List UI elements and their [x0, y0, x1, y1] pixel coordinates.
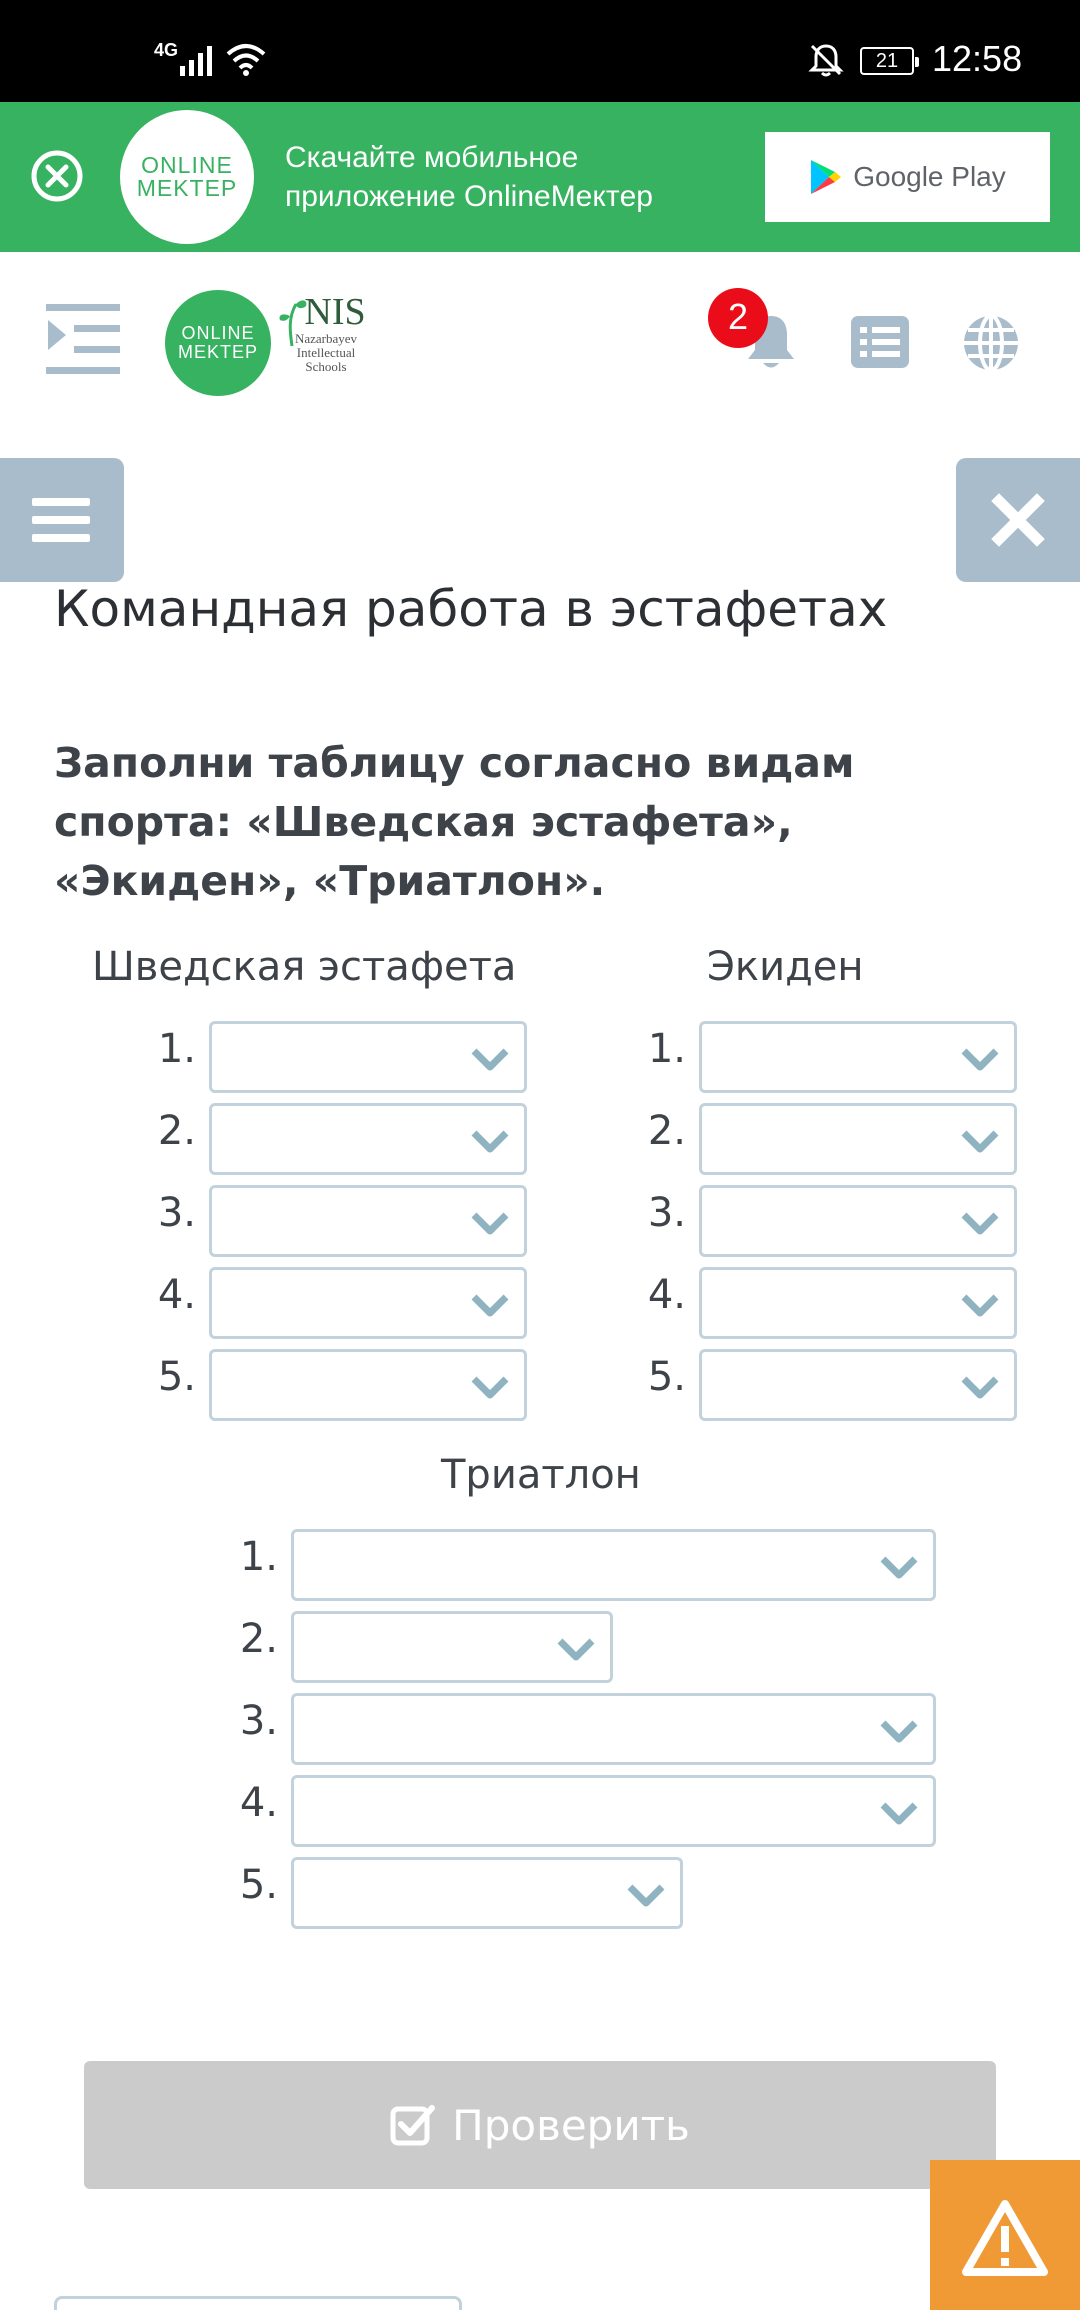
battery-icon: 21 — [860, 47, 919, 75]
nis-line-3: Schools — [305, 359, 347, 374]
row-number: 4. — [647, 1272, 686, 1318]
header-logo-line-2: MEKTEP — [177, 342, 258, 362]
chevron-down-icon — [471, 1294, 509, 1317]
row-number: 2. — [239, 1616, 278, 1662]
chevron-down-icon — [557, 1638, 595, 1661]
row-number: 5. — [157, 1354, 196, 1400]
ekiden-select-1[interactable] — [699, 1021, 1017, 1093]
chevron-down-icon — [471, 1048, 509, 1071]
chevron-down-icon — [880, 1720, 918, 1743]
check-button-label: Проверить — [452, 2100, 690, 2150]
chevron-down-icon — [961, 1048, 999, 1071]
chevron-down-icon — [880, 1556, 918, 1579]
close-icon — [991, 493, 1045, 547]
battery-level: 21 — [875, 50, 899, 72]
column-title-ekiden: Экиден — [707, 944, 864, 990]
row-number: 3. — [239, 1698, 278, 1744]
column-title-triathlon: Триатлон — [441, 1452, 641, 1498]
google-play-label: Google Play — [853, 161, 1006, 192]
triathlon-select-1[interactable] — [291, 1529, 936, 1601]
tasks-menu-button[interactable] — [0, 458, 124, 582]
ekiden-select-5[interactable] — [699, 1349, 1017, 1421]
globe-icon[interactable] — [962, 314, 1020, 372]
ekiden-select-2[interactable] — [699, 1103, 1017, 1175]
triathlon-select-2[interactable] — [291, 1611, 613, 1683]
close-circle-icon[interactable] — [30, 149, 84, 203]
chevron-down-icon — [471, 1130, 509, 1153]
logo-line-2: MEKTEP — [136, 175, 238, 201]
bell-off-icon — [808, 44, 844, 77]
chevron-down-icon — [471, 1212, 509, 1235]
nis-leaf-icon — [279, 300, 307, 347]
onlinemektep-header-logo[interactable]: ONLINE MEKTEP — [165, 290, 271, 396]
app-download-banner: ONLINE MEKTEP Скачайте мобильное приложе… — [0, 102, 1080, 252]
swedish-relay-select-1[interactable] — [209, 1021, 527, 1093]
swedish-relay-select-4[interactable] — [209, 1267, 527, 1339]
list-icon[interactable] — [851, 316, 909, 368]
clock: 12:58 — [932, 38, 1023, 79]
chevron-down-icon — [627, 1884, 665, 1907]
triathlon-select-4[interactable] — [291, 1775, 936, 1847]
ekiden-select-4[interactable] — [699, 1267, 1017, 1339]
row-number: 5. — [647, 1354, 686, 1400]
swedish-relay-select-3[interactable] — [209, 1185, 527, 1257]
banner-text: Скачайте мобильное приложение OnlineMeкт… — [285, 141, 653, 213]
onlinemektep-logo: ONLINE MEKTEP — [120, 110, 254, 244]
row-number: 2. — [647, 1108, 686, 1154]
row-number: 4. — [239, 1780, 278, 1826]
row-number: 3. — [157, 1190, 196, 1236]
nis-logo: NIS Nazarbayev Intellectual Schools — [276, 292, 376, 392]
chevron-down-icon — [961, 1212, 999, 1235]
warning-icon — [962, 2200, 1048, 2276]
wifi-icon — [226, 44, 266, 76]
check-button[interactable]: Проверить — [84, 2061, 996, 2189]
notification-badge[interactable]: 2 — [708, 288, 768, 348]
close-task-button[interactable] — [956, 458, 1080, 582]
signal-icon — [180, 46, 212, 76]
row-number: 2. — [157, 1108, 196, 1154]
page-title: Командная работа в эстафетах — [54, 580, 888, 638]
chevron-down-icon — [961, 1376, 999, 1399]
status-bar: 4G 21 12:58 — [0, 0, 1080, 102]
checkbox-icon — [390, 2105, 436, 2146]
swedish-relay-select-5[interactable] — [209, 1349, 527, 1421]
google-play-icon — [811, 160, 842, 194]
header-logo-line-1: ONLINE — [181, 323, 255, 343]
report-problem-button[interactable] — [930, 2160, 1080, 2310]
google-play-button[interactable]: Google Play — [765, 132, 1050, 222]
nis-line-2: Intellectual — [296, 345, 356, 360]
triathlon-select-3[interactable] — [291, 1693, 936, 1765]
column-title-swedish-relay: Шведская эстафета — [92, 944, 517, 990]
row-number: 1. — [239, 1534, 278, 1580]
chevron-down-icon — [961, 1130, 999, 1153]
next-element-outline — [54, 2296, 462, 2310]
triathlon-select-5[interactable] — [291, 1857, 683, 1929]
chevron-down-icon — [880, 1802, 918, 1825]
row-number: 5. — [239, 1862, 278, 1908]
logo-line-1: ONLINE — [141, 152, 233, 178]
network-type: 4G — [154, 40, 179, 60]
row-number: 1. — [157, 1026, 196, 1072]
swedish-relay-select-2[interactable] — [209, 1103, 527, 1175]
chevron-down-icon — [961, 1294, 999, 1317]
row-number: 4. — [157, 1272, 196, 1318]
task-instruction: Заполни таблицу согласно видам спорта: «… — [54, 739, 855, 905]
row-number: 1. — [647, 1026, 686, 1072]
row-number: 3. — [647, 1190, 686, 1236]
chevron-down-icon — [471, 1376, 509, 1399]
ekiden-select-3[interactable] — [699, 1185, 1017, 1257]
indent-menu-icon[interactable] — [46, 304, 120, 374]
app-header: ONLINE MEKTEP NIS Nazarbayev Intellectua… — [0, 252, 1080, 432]
